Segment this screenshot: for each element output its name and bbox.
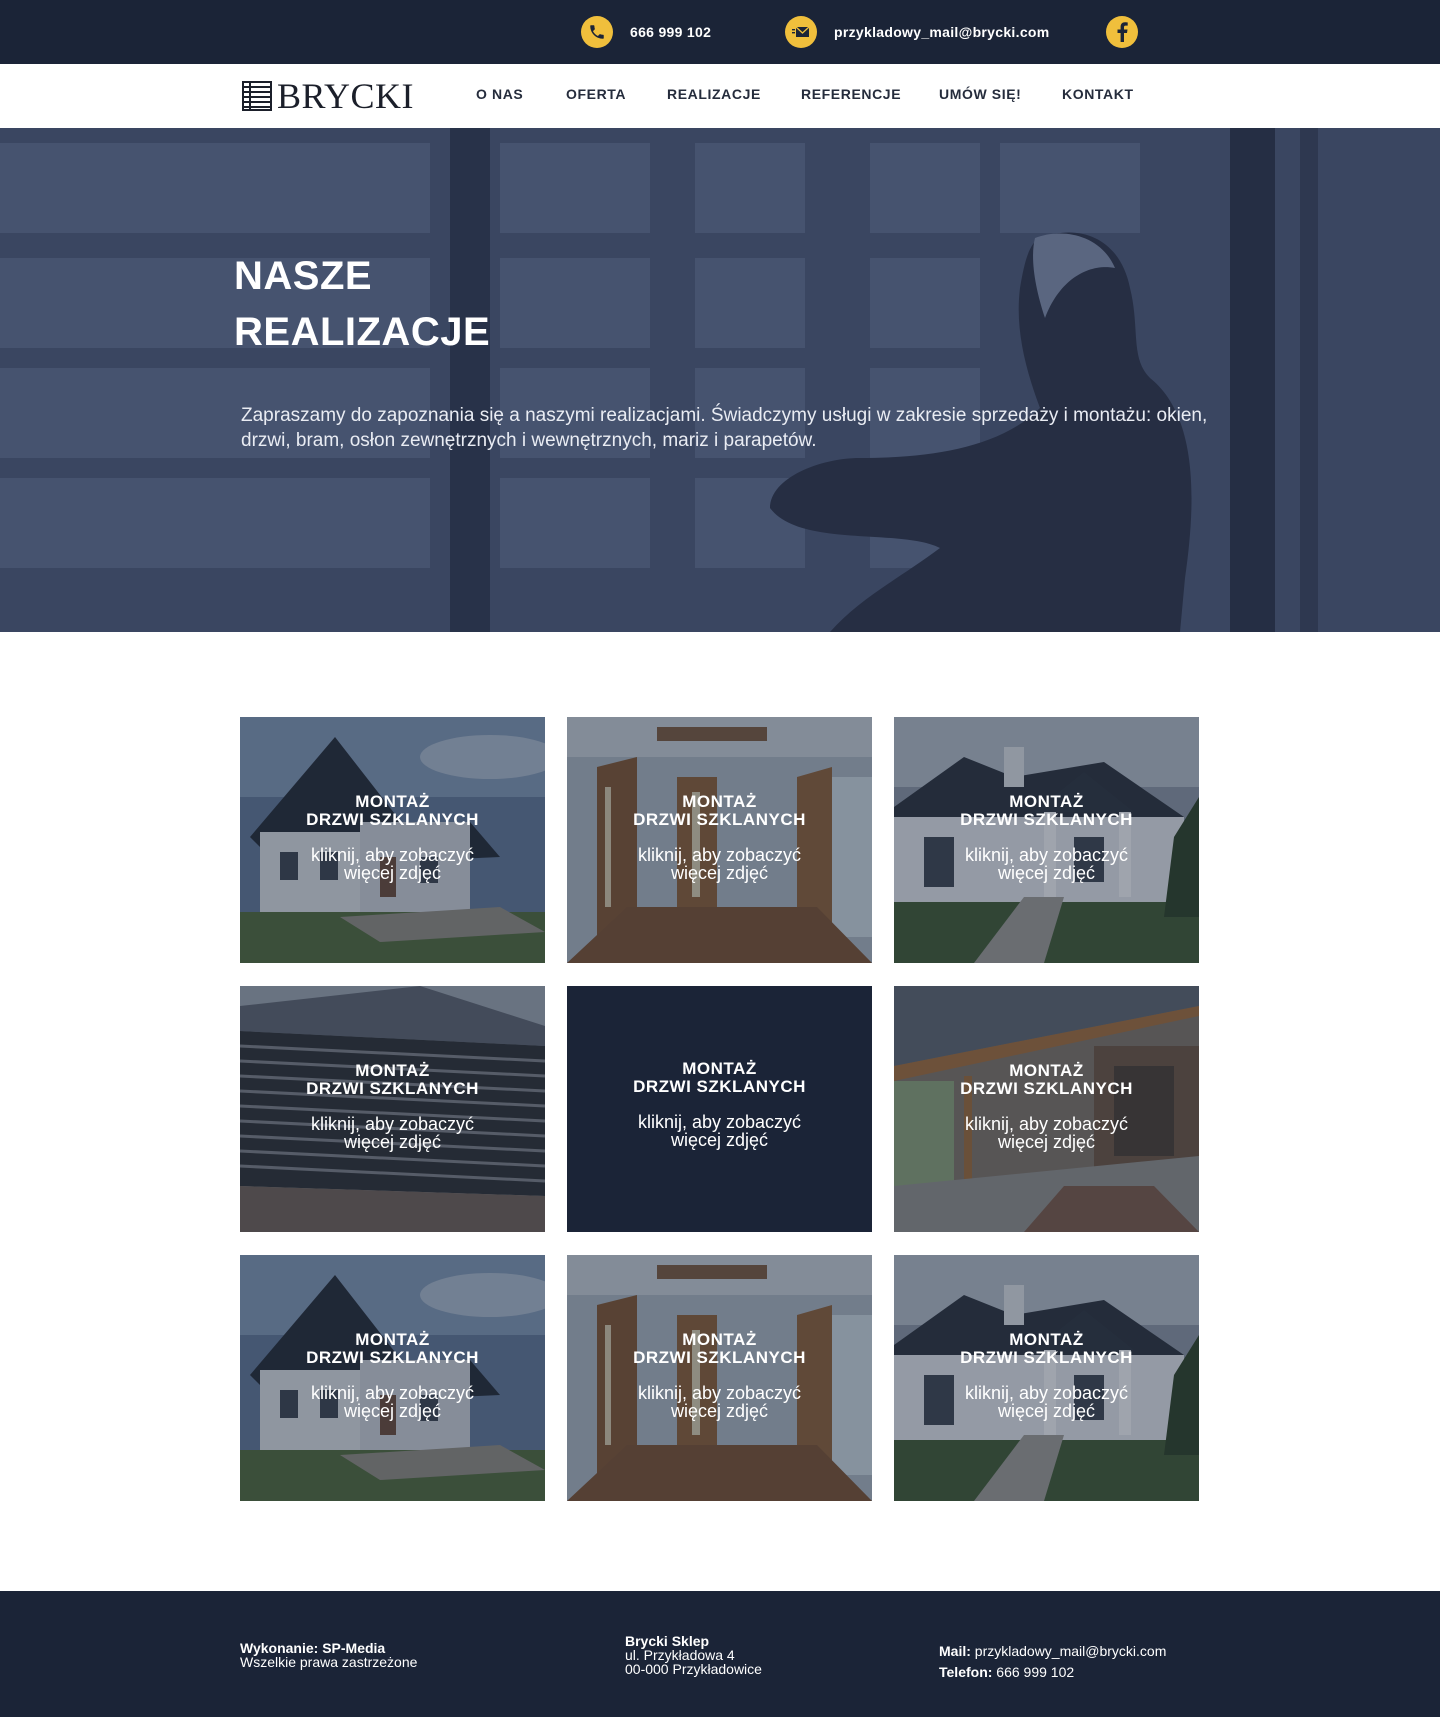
tile-caption: MONTAŻ DRZWI SZKLANYCH kliknij, aby zobac…	[567, 1059, 872, 1150]
tile-title: MONTAŻ DRZWI SZKLANYCH	[633, 792, 806, 829]
gallery-item[interactable]: MONTAŻ DRZWI SZKLANYCH kliknij, aby zobac…	[894, 717, 1199, 963]
footer-credits: Wykonanie: SP-Media Wszelkie prawa zastr…	[240, 1641, 417, 1669]
tile-subtitle: kliknij, aby zobaczyć więcej zdjęć	[637, 845, 802, 883]
footer-rights: Wszelkie prawa zastrzeżone	[240, 1654, 418, 1670]
phone-number: 666 999 102	[630, 24, 712, 40]
hero-section: NASZE REALIZACJE Zapraszamy do zapoznani…	[0, 128, 1440, 632]
gallery-item[interactable]: MONTAŻ DRZWI SZKLANYCH kliknij, aby zobac…	[240, 1255, 545, 1501]
tile-title: MONTAŻ DRZWI SZKLANYCH	[633, 1059, 806, 1096]
page-title-line2: REALIZACJE	[234, 310, 491, 354]
hero-description: Zapraszamy do zapoznania się a naszymi r…	[241, 405, 1208, 451]
hero-background-image	[0, 128, 1440, 632]
page-title-line1: NASZE	[234, 254, 373, 298]
tile-caption: MONTAŻ DRZWI SZKLANYCH kliknij, aby zobac…	[894, 792, 1199, 883]
tile-subtitle: kliknij, aby zobaczyć więcej zdjęć	[964, 1114, 1129, 1152]
nav-o-nas[interactable]: O NAS	[476, 86, 523, 102]
tile-caption: MONTAŻ DRZWI SZKLANYCH kliknij, aby zobac…	[240, 792, 545, 883]
gallery-item[interactable]: MONTAŻ DRZWI SZKLANYCH kliknij, aby zobac…	[894, 986, 1199, 1232]
tile-caption: MONTAŻ DRZWI SZKLANYCH kliknij, aby zobac…	[894, 1061, 1199, 1152]
gallery-item[interactable]: MONTAŻ DRZWI SZKLANYCH kliknij, aby zobac…	[894, 1255, 1199, 1501]
brycki-logo[interactable]: BRYCKI	[241, 76, 415, 116]
tile-title: MONTAŻ DRZWI SZKLANYCH	[306, 792, 479, 829]
gallery-item[interactable]: MONTAŻ DRZWI SZKLANYCH kliknij, aby zobac…	[567, 1255, 872, 1501]
footer-contact: Mail: przykladowy_mail@brycki.com Telefo…	[939, 1641, 1166, 1683]
window-blinds-icon	[242, 81, 272, 111]
mail-icon	[785, 16, 817, 48]
footer-phone-label: Telefon:	[939, 1664, 993, 1680]
footer-street: ul. Przykładowa 4	[625, 1647, 735, 1663]
nav-umow-sie[interactable]: UMÓW SIĘ!	[939, 86, 1021, 102]
tile-subtitle: kliknij, aby zobaczyć więcej zdjęć	[964, 845, 1129, 883]
main-navigation: BRYCKI O NAS OFERTA REALIZACJE REFERENCJ…	[0, 64, 1440, 128]
tile-subtitle: kliknij, aby zobaczyć więcej zdjęć	[637, 1383, 802, 1421]
footer-mail-label: Mail:	[939, 1643, 971, 1659]
phone-icon	[581, 16, 613, 48]
tile-caption: MONTAŻ DRZWI SZKLANYCH kliknij, aby zobac…	[567, 792, 872, 883]
tile-subtitle: kliknij, aby zobaczyć więcej zdjęć	[310, 1383, 475, 1421]
tile-title: MONTAŻ DRZWI SZKLANYCH	[960, 792, 1133, 829]
tile-subtitle: kliknij, aby zobaczyć więcej zdjęć	[964, 1383, 1129, 1421]
gallery-item[interactable]: MONTAŻ DRZWI SZKLANYCH kliknij, aby zobac…	[240, 717, 545, 963]
tile-subtitle: kliknij, aby zobaczyć więcej zdjęć	[310, 845, 475, 883]
tile-title: MONTAŻ DRZWI SZKLANYCH	[306, 1061, 479, 1098]
top-contact-bar: 666 999 102 przykladowy_mail@brycki.com	[0, 0, 1440, 64]
tile-caption: MONTAŻ DRZWI SZKLANYCH kliknij, aby zobac…	[894, 1330, 1199, 1421]
tile-title: MONTAŻ DRZWI SZKLANYCH	[306, 1330, 479, 1367]
site-footer: Wykonanie: SP-Media Wszelkie prawa zastr…	[0, 1591, 1440, 1717]
tile-subtitle: kliknij, aby zobaczyć więcej zdjęć	[310, 1114, 475, 1152]
tile-caption: MONTAŻ DRZWI SZKLANYCH kliknij, aby zobac…	[567, 1330, 872, 1421]
footer-address: Brycki Sklep ul. Przykładowa 4 00-000 Pr…	[625, 1634, 762, 1676]
phone-contact[interactable]: 666 999 102	[581, 16, 711, 48]
footer-city: 00-000 Przykładowice	[625, 1661, 762, 1677]
gallery-item-hovered[interactable]: MONTAŻ DRZWI SZKLANYCH kliknij, aby zobac…	[567, 986, 872, 1232]
footer-phone-link[interactable]: 666 999 102	[996, 1664, 1074, 1680]
footer-mail-link[interactable]: przykladowy_mail@brycki.com	[975, 1643, 1167, 1659]
tile-caption: MONTAŻ DRZWI SZKLANYCH kliknij, aby zobac…	[240, 1061, 545, 1152]
tile-title: MONTAŻ DRZWI SZKLANYCH	[960, 1330, 1133, 1367]
nav-oferta[interactable]: OFERTA	[566, 86, 626, 102]
tile-caption: MONTAŻ DRZWI SZKLANYCH kliknij, aby zobac…	[240, 1330, 545, 1421]
facebook-icon[interactable]	[1106, 16, 1138, 48]
logo-text: BRYCKI	[277, 76, 415, 116]
gallery-item[interactable]: MONTAŻ DRZWI SZKLANYCH kliknij, aby zobac…	[240, 986, 545, 1232]
nav-kontakt[interactable]: KONTAKT	[1062, 86, 1134, 102]
facebook-link[interactable]	[1106, 16, 1138, 48]
nav-referencje[interactable]: REFERENCJE	[801, 86, 901, 102]
gallery-item[interactable]: MONTAŻ DRZWI SZKLANYCH kliknij, aby zobac…	[567, 717, 872, 963]
page-title: NASZE REALIZACJE	[234, 248, 634, 360]
email-address: przykladowy_mail@brycki.com	[834, 24, 1050, 40]
email-contact[interactable]: przykladowy_mail@brycki.com	[785, 16, 1050, 48]
tile-subtitle: kliknij, aby zobaczyć więcej zdjęć	[637, 1112, 802, 1150]
nav-realizacje[interactable]: REALIZACJE	[667, 86, 761, 102]
tile-title: MONTAŻ DRZWI SZKLANYCH	[960, 1061, 1133, 1098]
tile-title: MONTAŻ DRZWI SZKLANYCH	[633, 1330, 806, 1367]
